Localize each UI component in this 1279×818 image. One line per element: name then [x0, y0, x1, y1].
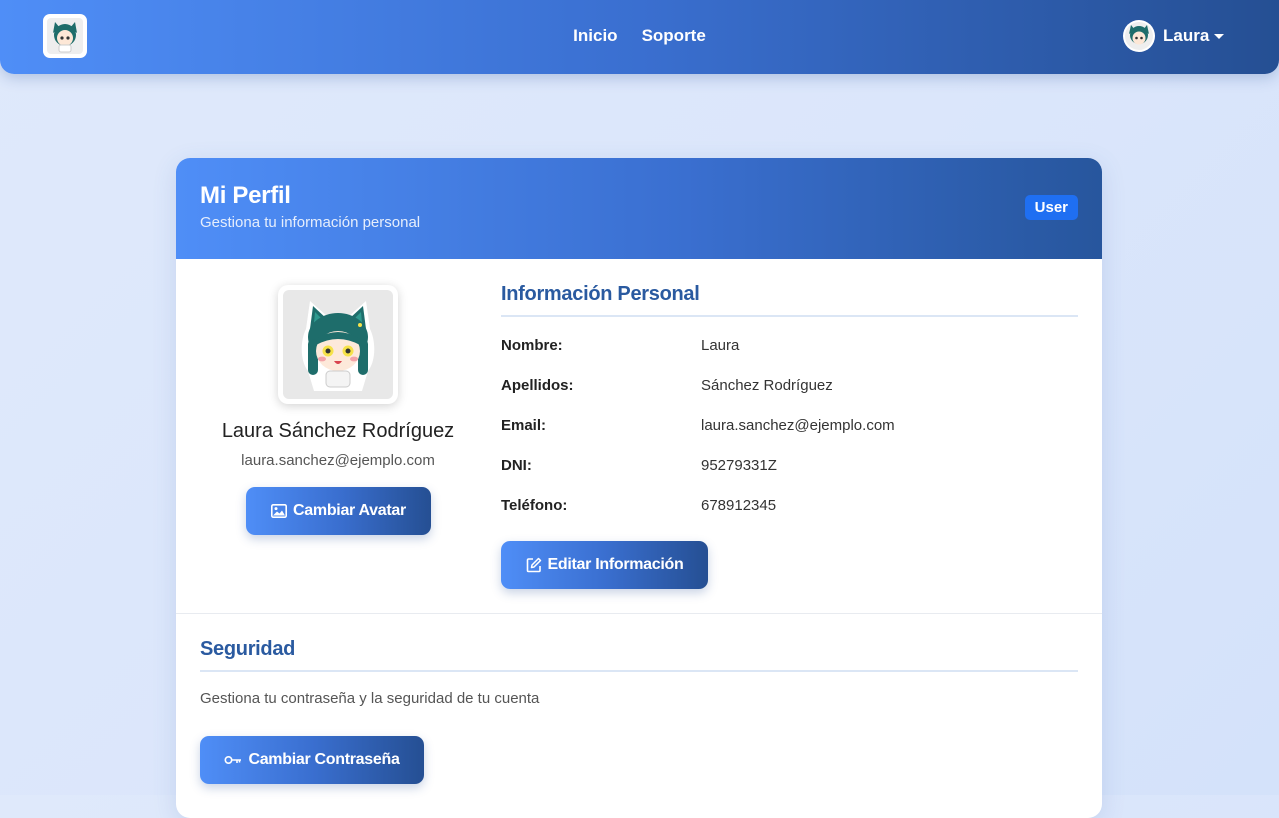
- edit-info-button[interactable]: Editar Información: [501, 541, 708, 589]
- page-subtitle: Gestiona tu información personal: [200, 214, 421, 231]
- info-label: Nombre:: [501, 337, 563, 354]
- nav-link-inicio[interactable]: Inicio: [573, 26, 617, 46]
- edit-info-label: Editar Información: [547, 556, 684, 573]
- info-row-email: Email: laura.sanchez@ejemplo.com: [501, 417, 1078, 437]
- info-value: laura.sanchez@ejemplo.com: [701, 417, 895, 434]
- profile-email: laura.sanchez@ejemplo.com: [241, 452, 435, 469]
- personal-info-divider: [501, 315, 1078, 317]
- role-badge: User: [1024, 195, 1078, 220]
- change-avatar-button[interactable]: Cambiar Avatar: [246, 487, 431, 535]
- user-avatar-icon: [1125, 22, 1153, 50]
- nav-links: Inicio Soporte: [0, 0, 1279, 74]
- profile-card: Mi Perfil Gestiona tu información person…: [176, 158, 1102, 818]
- info-row-telefono: Teléfono: 678912345: [501, 497, 1078, 517]
- user-name: Laura: [1163, 26, 1210, 45]
- info-row-nombre: Nombre: Laura: [501, 337, 1078, 357]
- nav-link-soporte[interactable]: Soporte: [642, 26, 706, 46]
- profile-full-name: Laura Sánchez Rodríguez: [221, 420, 455, 442]
- info-label: Apellidos:: [501, 377, 574, 394]
- info-value: 95279331Z: [701, 457, 777, 474]
- profile-header: Mi Perfil Gestiona tu información person…: [176, 158, 1102, 259]
- profile-avatar: [278, 285, 398, 404]
- info-value: 678912345: [701, 497, 777, 514]
- info-value: Sánchez Rodríguez: [701, 377, 833, 394]
- info-label: DNI:: [501, 457, 532, 474]
- brand-logo[interactable]: [43, 14, 87, 58]
- change-avatar-label: Cambiar Avatar: [293, 502, 406, 519]
- anime-avatar-icon: [301, 300, 375, 391]
- personal-info-title: Información Personal: [501, 283, 700, 305]
- edit-icon: [526, 557, 541, 573]
- section-divider: [176, 613, 1102, 614]
- info-value: Laura: [701, 337, 740, 354]
- info-row-dni: DNI: 95279331Z: [501, 457, 1078, 477]
- info-label: Email:: [501, 417, 547, 434]
- avatar-logo-icon: [47, 18, 83, 54]
- user-avatar: [1123, 20, 1155, 52]
- security-description: Gestiona tu contraseña y la seguridad de…: [200, 690, 540, 707]
- change-password-button[interactable]: Cambiar Contraseña: [200, 736, 424, 784]
- image-icon: [271, 504, 288, 518]
- info-label: Teléfono:: [501, 497, 568, 514]
- profile-avatar-image: [283, 290, 393, 399]
- info-row-apellidos: Apellidos: Sánchez Rodríguez: [501, 377, 1078, 397]
- page-title: Mi Perfil: [200, 182, 291, 209]
- security-divider: [200, 670, 1078, 672]
- key-icon: [224, 755, 242, 765]
- change-password-label: Cambiar Contraseña: [248, 751, 400, 768]
- security-title: Seguridad: [200, 638, 296, 660]
- caret-down-icon: [1214, 34, 1225, 39]
- top-navbar: Inicio Soporte Laura: [0, 0, 1279, 74]
- user-menu[interactable]: Laura: [1123, 20, 1225, 52]
